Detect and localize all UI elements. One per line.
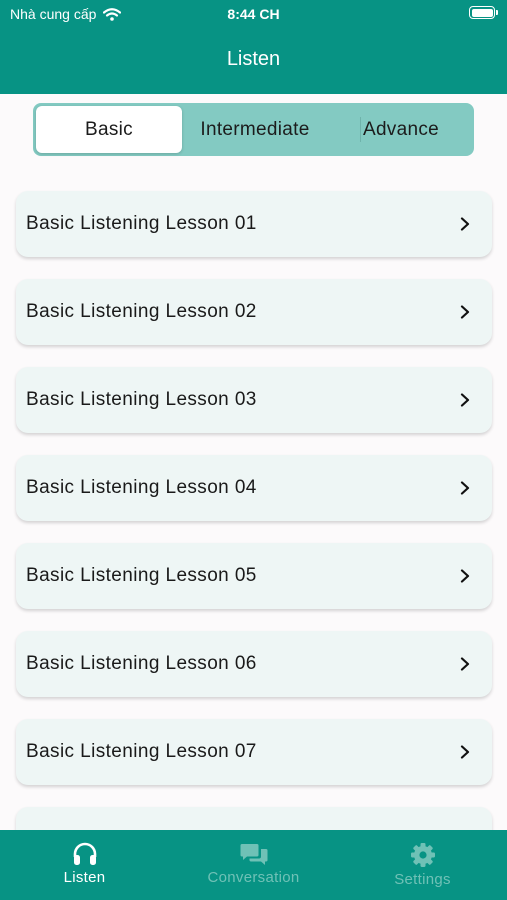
lesson-label: Basic Listening Lesson 07 <box>26 741 257 762</box>
chevron-right-icon <box>460 569 470 583</box>
page-title: Listen <box>226 48 281 70</box>
segment-label: Intermediate <box>200 118 310 140</box>
status-time: 8:44 CH <box>227 6 280 22</box>
lesson-item-03[interactable]: Basic Listening Lesson 03 <box>16 367 492 433</box>
chevron-right-icon <box>460 393 470 407</box>
lesson-item-07[interactable]: Basic Listening Lesson 07 <box>16 719 492 785</box>
lesson-label: Basic Listening Lesson 01 <box>26 213 257 234</box>
lesson-item-05[interactable]: Basic Listening Lesson 05 <box>16 543 492 609</box>
segment-intermediate[interactable]: Intermediate <box>182 103 328 156</box>
segment-advance[interactable]: Advance <box>328 103 474 156</box>
lesson-label: Basic Listening Lesson 06 <box>26 653 257 674</box>
tab-settings[interactable]: Settings <box>338 830 507 900</box>
tab-conversation[interactable]: Conversation <box>169 830 338 900</box>
chevron-right-icon <box>460 305 470 319</box>
lesson-label: Basic Listening Lesson 04 <box>26 477 257 498</box>
lesson-label: Basic Listening Lesson 03 <box>26 389 257 410</box>
bottom-tab-bar: Listen Conversation Settings <box>0 830 507 900</box>
status-bar: Nhà cung cấp 8:44 CH <box>0 0 507 30</box>
lesson-label: Basic Listening Lesson 02 <box>26 301 257 322</box>
lesson-item-02[interactable]: Basic Listening Lesson 02 <box>16 279 492 345</box>
tab-label: Settings <box>394 871 451 888</box>
segment-basic[interactable]: Basic <box>36 106 182 153</box>
lesson-item-04[interactable]: Basic Listening Lesson 04 <box>16 455 492 521</box>
segment-label: Basic <box>85 118 133 140</box>
lesson-item-01[interactable]: Basic Listening Lesson 01 <box>16 191 492 257</box>
lesson-label: Basic Listening Lesson 05 <box>26 565 257 586</box>
tab-label: Listen <box>63 869 106 886</box>
chat-bubbles-icon <box>240 844 267 865</box>
chevron-right-icon <box>460 481 470 495</box>
gear-icon <box>410 843 435 867</box>
segment-label: Advance <box>362 118 440 140</box>
chevron-right-icon <box>460 217 470 231</box>
lesson-item-partial[interactable] <box>16 807 492 830</box>
level-segmented-control: Basic Intermediate Advance <box>33 103 474 156</box>
tab-listen[interactable]: Listen <box>0 830 169 900</box>
app-header: Nhà cung cấp 8:44 CH Listen <box>0 0 507 94</box>
lesson-item-06[interactable]: Basic Listening Lesson 06 <box>16 631 492 697</box>
battery-icon <box>469 6 498 19</box>
headphones-icon <box>73 842 96 865</box>
chevron-right-icon <box>460 657 470 671</box>
chevron-right-icon <box>460 745 470 759</box>
tab-label: Conversation <box>207 869 300 886</box>
